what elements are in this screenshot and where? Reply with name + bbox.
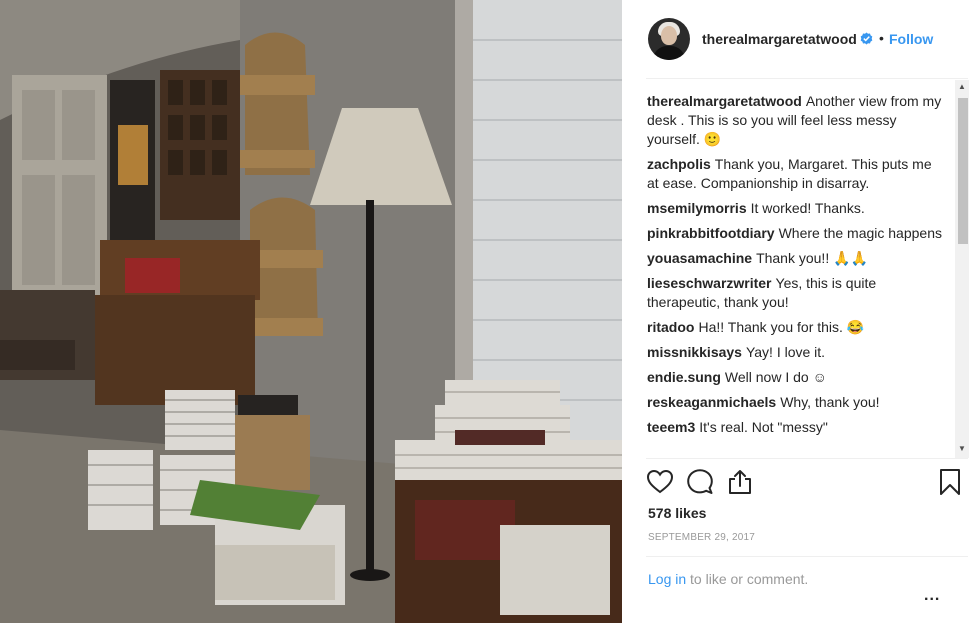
comment-item: endie.sung Well now I do ☺ (647, 368, 947, 387)
comment-author[interactable]: missnikkisays (647, 344, 742, 360)
comment-author[interactable]: msemilymorris (647, 200, 747, 216)
comments-list[interactable]: therealmargaretatwood Another view from m… (647, 92, 947, 459)
separator-dot: • (879, 30, 884, 46)
comment-text: Where the magic happens (778, 225, 942, 241)
verified-badge-icon (860, 32, 873, 45)
comment-item: lieseschwarzwriter Yes, this is quite the… (647, 274, 947, 312)
comment-text: Ha!! Thank you for this. 😂 (698, 319, 865, 335)
comment-text: It worked! Thanks. (750, 200, 865, 216)
profile-avatar[interactable] (648, 18, 690, 60)
username-link[interactable]: therealmargaretatwood (702, 31, 857, 47)
comment-author[interactable]: therealmargaretatwood (647, 93, 802, 109)
login-prompt: Log in to like or comment. (648, 571, 808, 587)
post-photo (0, 0, 622, 623)
action-bar (644, 468, 964, 498)
comment-item: ritadoo Ha!! Thank you for this. 😂 (647, 318, 947, 337)
comment-item: youasamachine Thank you!! 🙏🙏 (647, 249, 947, 268)
comment-item: msemilymorris It worked! Thanks. (647, 199, 947, 218)
follow-button[interactable]: Follow (889, 31, 933, 47)
comment-author[interactable]: pinkrabbitfootdiary (647, 225, 775, 241)
post-date: SEPTEMBER 29, 2017 (648, 532, 755, 543)
comment-author[interactable]: teeem3 (647, 419, 695, 435)
room-photo-illustration (0, 0, 622, 623)
comment-author[interactable]: lieseschwarzwriter (647, 275, 772, 291)
bookmark-icon[interactable] (936, 468, 964, 496)
comment-item: pinkrabbitfootdiary Where the magic happe… (647, 224, 947, 243)
comments-divider (646, 458, 968, 459)
comment-item: zachpolis Thank you, Margaret. This puts … (647, 155, 947, 193)
post-header: therealmargaretatwood • Follow (622, 0, 969, 78)
comment-author[interactable]: reskeaganmichaels (647, 394, 776, 410)
scroll-up-arrow-icon[interactable]: ▲ (956, 82, 968, 92)
comment-text: Well now I do ☺ (724, 369, 827, 385)
post-side-panel: therealmargaretatwood • Follow therealma… (622, 0, 969, 623)
likes-count[interactable]: 578 likes (648, 505, 706, 521)
comment-author[interactable]: ritadoo (647, 319, 694, 335)
comment-text: Thank you!! 🙏🙏 (756, 250, 868, 266)
comment-text: Why, thank you! (780, 394, 880, 410)
comments-scrollbar-thumb[interactable] (958, 98, 968, 244)
comment-item: therealmargaretatwood Another view from m… (647, 92, 947, 149)
scroll-down-arrow-icon[interactable]: ▼ (956, 444, 968, 454)
share-upload-icon[interactable] (726, 468, 754, 496)
footer-divider (646, 556, 968, 557)
comment-text: Yay! I love it. (745, 344, 826, 360)
comment-author[interactable]: zachpolis (647, 156, 711, 172)
login-link[interactable]: Log in (648, 571, 686, 587)
comment-text: It's real. Not "messy" (699, 419, 828, 435)
comment-author[interactable]: endie.sung (647, 369, 721, 385)
more-options-icon[interactable]: ... (924, 587, 940, 605)
comment-bubble-icon[interactable] (686, 468, 714, 496)
heart-icon[interactable] (646, 468, 674, 496)
login-prompt-text: to like or comment. (686, 571, 809, 587)
comment-author[interactable]: youasamachine (647, 250, 752, 266)
comment-item: missnikkisays Yay! I love it. (647, 343, 947, 362)
comment-item: reskeaganmichaels Why, thank you! (647, 393, 947, 412)
comment-item: teeem3 It's real. Not "messy" (647, 418, 947, 437)
header-divider (646, 78, 968, 79)
